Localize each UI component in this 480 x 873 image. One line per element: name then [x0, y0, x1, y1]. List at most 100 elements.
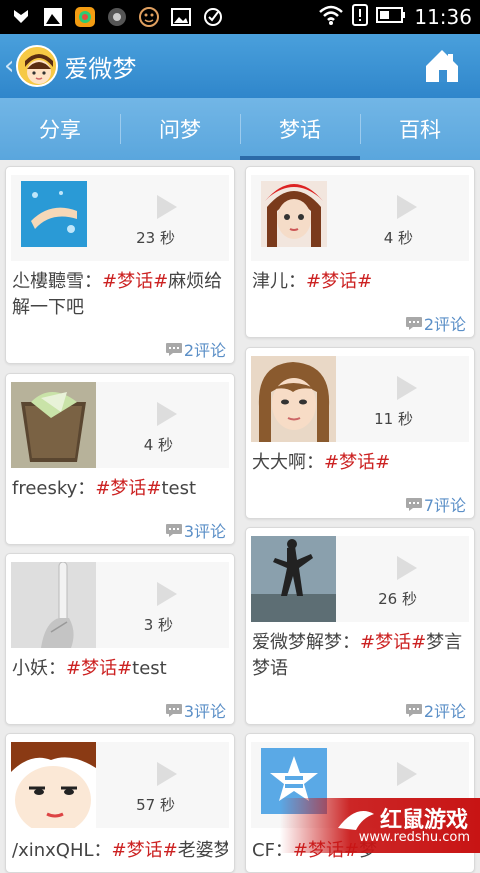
post-card[interactable]: 11 秒 大大啊：#梦话# 7评论 [245, 347, 475, 519]
play-icon[interactable] [155, 400, 179, 428]
comment-link[interactable]: 2评论 [405, 698, 466, 722]
wifi-icon [318, 4, 344, 30]
comment-icon [405, 316, 422, 330]
audio-player[interactable]: 4 秒 [251, 175, 469, 261]
post-thumbnail [11, 742, 96, 828]
comment-link[interactable]: 3评论 [165, 518, 226, 542]
comment-count: 3评论 [183, 702, 226, 721]
tab-bar: 分享 问梦 梦话 百科 [0, 98, 480, 160]
comment-count: 2评论 [423, 702, 466, 721]
post-tag[interactable]: #梦话# [66, 658, 132, 679]
notification-image-icon [42, 6, 64, 28]
audio-player[interactable]: 57 秒 [11, 742, 229, 828]
audio-duration: 57 秒 [136, 796, 175, 814]
post-text: 小妖：#梦话#test [12, 656, 228, 682]
home-button[interactable] [422, 46, 462, 86]
post-tag[interactable]: #梦话# [102, 271, 168, 292]
post-author: /xinxQHL： [12, 840, 112, 861]
post-tag[interactable]: #梦话# [95, 478, 161, 499]
play-icon[interactable] [395, 193, 419, 221]
post-thumbnail [21, 181, 87, 247]
notification-face-icon [138, 6, 160, 28]
tab-dream-talk[interactable]: 梦话 [240, 98, 360, 160]
post-text: 爱微梦解梦：#梦话#梦言梦语 [252, 630, 468, 682]
audio-duration: 26 秒 [378, 590, 417, 608]
post-author: 津儿： [252, 271, 306, 292]
post-content: test [161, 478, 197, 499]
post-text: 津儿：#梦话# [252, 269, 468, 295]
comment-icon [165, 342, 182, 356]
notification-check-icon [202, 6, 224, 28]
app-bar: ‹ 爱微梦 [0, 34, 480, 98]
post-card[interactable]: 4 秒 津儿：#梦话# 2评论 [245, 166, 475, 338]
post-card[interactable]: 26 秒 爱微梦解梦：#梦话#梦言梦语 2评论 [245, 527, 475, 725]
comment-link[interactable]: 2评论 [405, 311, 466, 335]
tab-ask-dream[interactable]: 问梦 [120, 98, 240, 160]
battery-icon [376, 6, 406, 28]
post-content: 老婆梦 [177, 840, 228, 861]
audio-duration: 4 秒 [143, 436, 173, 454]
post-text: 尐樓聽雪：#梦话#麻烦给解一下吧 [12, 269, 228, 321]
app-title: 爱微梦 [64, 54, 137, 83]
audio-player[interactable]: 3 秒 [11, 562, 229, 648]
post-author: 尐樓聽雪： [12, 271, 102, 292]
notification-photo-icon [170, 6, 192, 28]
post-content: test [132, 658, 167, 679]
comment-link[interactable]: 2评论 [165, 337, 226, 361]
notification-circle-icon [106, 6, 128, 28]
comment-icon [405, 497, 422, 511]
comment-count: 3评论 [183, 522, 226, 541]
play-icon[interactable] [155, 760, 179, 788]
audio-player[interactable]: 4 秒 [11, 382, 229, 468]
comment-count: 2评论 [423, 315, 466, 334]
post-tag[interactable]: #梦话# [360, 632, 426, 653]
post-card[interactable]: 3 秒 小妖：#梦话#test 3评论 [5, 553, 235, 725]
post-card[interactable]: 4 秒 freesky：#梦话#test 3评论 [5, 373, 235, 545]
clock: 11:36 [414, 5, 472, 29]
comment-link[interactable]: 3评论 [165, 698, 226, 722]
post-author: 大大啊： [252, 452, 324, 473]
app-logo-avatar[interactable] [16, 45, 59, 87]
post-author: 爱微梦解梦： [252, 632, 360, 653]
comment-count: 2评论 [183, 341, 226, 360]
post-text: 大大啊：#梦话# [252, 450, 468, 476]
audio-duration: 23 秒 [136, 229, 175, 247]
audio-duration: 4 秒 [383, 229, 413, 247]
notification-shield-icon [10, 6, 32, 28]
post-card[interactable]: 23 秒 尐樓聽雪：#梦话#麻烦给解一下吧 2评论 [5, 166, 235, 364]
sim-alert-icon [352, 4, 369, 30]
post-thumbnail [11, 382, 96, 468]
post-tag[interactable]: #梦话# [306, 271, 372, 292]
audio-player[interactable]: 11 秒 [251, 356, 469, 442]
audio-duration: 3 秒 [143, 616, 173, 634]
tab-encyclopedia[interactable]: 百科 [360, 98, 480, 160]
post-thumbnail [251, 536, 336, 622]
post-card[interactable]: 57 秒 /xinxQHL：#梦话#老婆梦 [5, 733, 235, 873]
post-text: freesky：#梦话#test [12, 476, 228, 502]
back-button[interactable]: ‹ [4, 51, 14, 81]
play-icon[interactable] [395, 554, 419, 582]
post-text: /xinxQHL：#梦话#老婆梦 [12, 838, 228, 864]
comment-count: 7评论 [423, 496, 466, 515]
feed-grid: 23 秒 尐樓聽雪：#梦话#麻烦给解一下吧 2评论 4 秒 津儿：#梦话# 2评… [0, 160, 480, 873]
post-author: 小妖： [12, 658, 66, 679]
notification-app-icon [74, 6, 96, 28]
post-thumbnail [261, 181, 327, 247]
post-thumbnail [251, 356, 336, 442]
play-icon[interactable] [395, 760, 419, 788]
comment-icon [165, 703, 182, 717]
watermark-url: www.redshu.com [358, 830, 470, 845]
comment-icon [405, 703, 422, 717]
audio-player[interactable]: 23 秒 [11, 175, 229, 261]
post-tag[interactable]: #梦话# [324, 452, 390, 473]
post-author: freesky： [12, 478, 96, 499]
watermark: 红鼠游戏 www.redshu.com [280, 798, 480, 853]
comment-link[interactable]: 7评论 [405, 492, 466, 516]
post-tag[interactable]: #梦话# [112, 840, 178, 861]
tab-share[interactable]: 分享 [0, 98, 120, 160]
play-icon[interactable] [155, 580, 179, 608]
audio-player[interactable]: 26 秒 [251, 536, 469, 622]
status-bar: 11:36 [0, 0, 480, 34]
play-icon[interactable] [155, 193, 179, 221]
play-icon[interactable] [395, 374, 419, 402]
